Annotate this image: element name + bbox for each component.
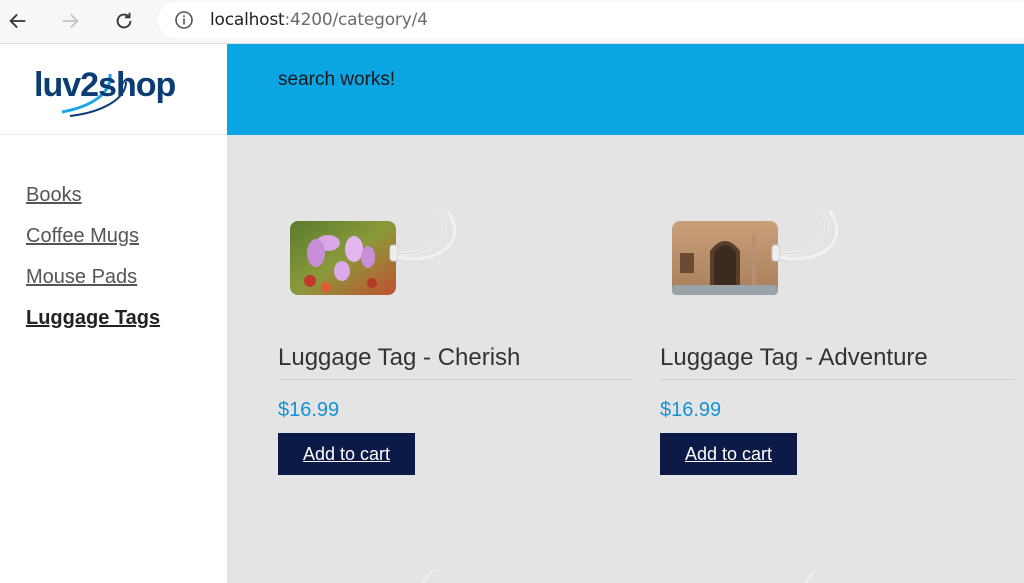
menu-item-coffee-mugs: Coffee Mugs (26, 225, 160, 248)
menu-link-books[interactable]: Books (26, 184, 160, 207)
info-icon[interactable] (174, 10, 194, 30)
search-status-text: search works! (278, 69, 396, 90)
divider (278, 379, 632, 380)
url-path: :4200/category/4 (284, 10, 428, 30)
partial-product-image (804, 570, 816, 583)
menu-item-mouse-pads: Mouse Pads (26, 266, 160, 289)
add-to-cart-button[interactable]: Add to cart (660, 433, 797, 475)
address-bar[interactable]: localhost:4200/category/4 (158, 2, 1024, 38)
product-price: $16.99 (278, 399, 340, 421)
menu-item-books: Books (26, 184, 160, 207)
product-grid: Luggage Tag - Cherish $16.99 Add to cart… (227, 135, 1024, 583)
reload-icon (116, 12, 132, 29)
category-menu: Books Coffee Mugs Mouse Pads Luggage Tag… (26, 184, 160, 348)
product-image-adventure[interactable] (670, 205, 860, 305)
product-image-cherish[interactable] (288, 205, 478, 305)
back-button[interactable] (2, 5, 34, 37)
divider (660, 379, 1014, 380)
product-title[interactable]: Luggage Tag - Adventure (660, 344, 928, 372)
arrow-left-icon (9, 13, 26, 29)
add-to-cart-button[interactable]: Add to cart (278, 433, 415, 475)
forward-button[interactable] (54, 5, 86, 37)
product-card: Luggage Tag - Adventure $16.99 Add to ca… (660, 135, 1014, 495)
product-title[interactable]: Luggage Tag - Cherish (278, 344, 520, 372)
product-price: $16.99 (660, 399, 722, 421)
logo-text: luv2shop (34, 66, 176, 104)
menu-link-mouse-pads[interactable]: Mouse Pads (26, 266, 160, 289)
logo-area: luv2shop (0, 44, 227, 135)
menu-link-luggage-tags[interactable]: Luggage Tags (26, 307, 160, 330)
product-card: Luggage Tag - Cherish $16.99 Add to cart (278, 135, 632, 495)
logo[interactable]: luv2shop (34, 62, 184, 118)
reload-button[interactable] (108, 5, 140, 37)
menu-link-coffee-mugs[interactable]: Coffee Mugs (26, 225, 160, 248)
header-bar: search works! (227, 44, 1024, 135)
partial-product-image (422, 570, 434, 583)
menu-item-luggage-tags: Luggage Tags (26, 307, 160, 330)
browser-toolbar: localhost:4200/category/4 (0, 0, 1024, 44)
arrow-right-icon (62, 13, 79, 29)
sidebar: luv2shop Books Coffee Mugs Mouse Pads Lu… (0, 44, 227, 583)
url-text[interactable]: localhost:4200/category/4 (210, 10, 428, 30)
url-host: localhost (210, 10, 285, 30)
